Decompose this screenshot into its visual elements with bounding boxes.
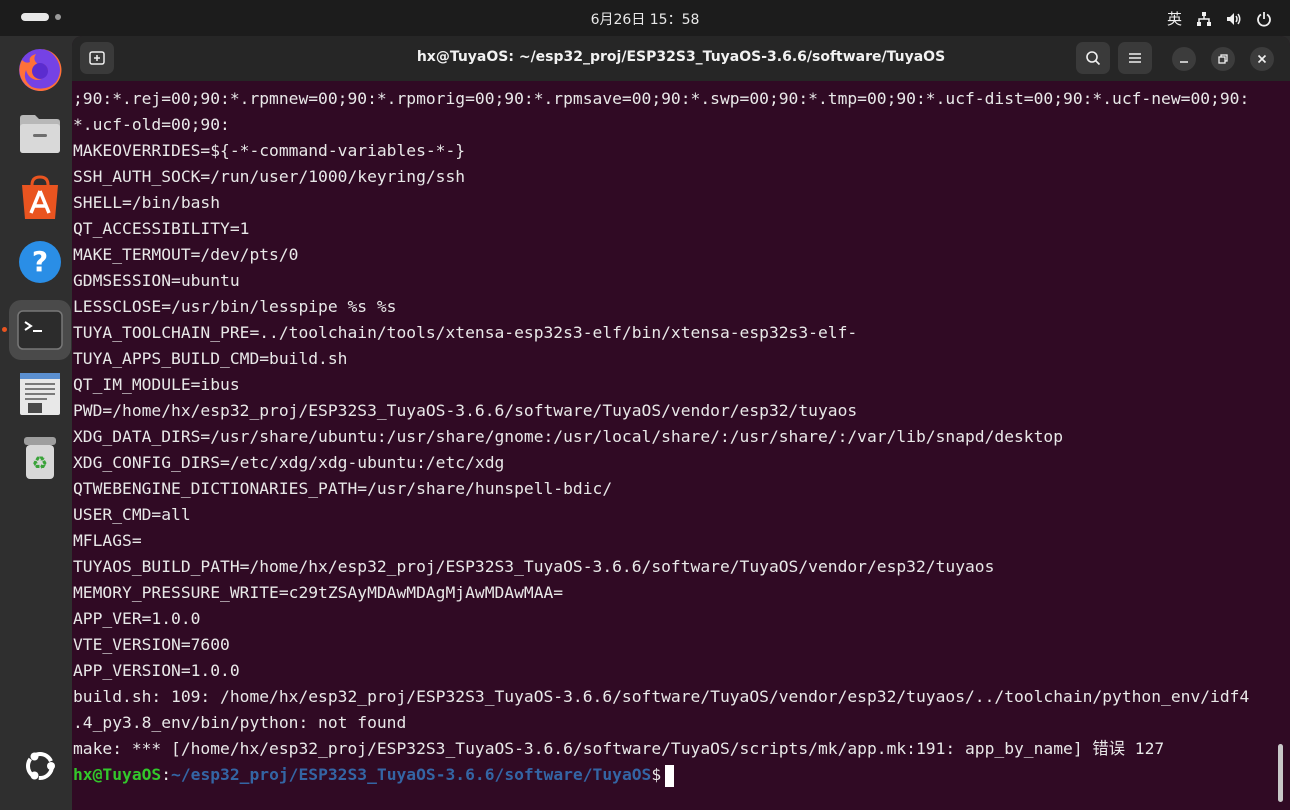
terminal-line: XDG_CONFIG_DIRS=/etc/xdg/xdg-ubuntu:/etc… bbox=[73, 453, 505, 472]
hamburger-menu-icon bbox=[1129, 53, 1141, 63]
app-center-icon bbox=[22, 175, 58, 219]
dock-item-firefox[interactable] bbox=[9, 40, 71, 100]
terminal-scrollbar[interactable] bbox=[1278, 744, 1283, 802]
terminal-line: VTE_VERSION=7600 bbox=[73, 635, 230, 654]
running-indicator bbox=[2, 327, 7, 332]
trash-icon: ♻ bbox=[24, 437, 56, 479]
terminal-line: make: *** [/home/hx/esp32_proj/ESP32S3_T… bbox=[73, 739, 1165, 758]
text-editor-icon bbox=[20, 373, 60, 415]
network-icon[interactable] bbox=[1196, 11, 1212, 27]
text-cursor bbox=[665, 764, 675, 787]
system-tray[interactable]: 英 bbox=[1167, 8, 1272, 29]
dock-item-files[interactable] bbox=[9, 104, 71, 164]
prompt-line: hx@TuyaOS:~/esp32_proj/ESP32S3_TuyaOS-3.… bbox=[73, 762, 1277, 788]
terminal-line: *.ucf-old=00;90: bbox=[73, 115, 230, 134]
top-bar: 6月26日 15：58 英 bbox=[0, 0, 1290, 36]
input-method-indicator[interactable]: 英 bbox=[1167, 8, 1182, 29]
dock-item-trash[interactable]: ♻ bbox=[9, 428, 71, 488]
minimize-icon bbox=[1180, 61, 1188, 63]
search-icon bbox=[1086, 51, 1101, 66]
terminal-line: TUYAOS_BUILD_PATH=/home/hx/esp32_proj/ES… bbox=[73, 557, 995, 576]
prompt-symbol: $ bbox=[651, 765, 662, 784]
search-button[interactable] bbox=[1076, 42, 1110, 74]
terminal-line: ;90:*.rej=00;90:*.rpmnew=00;90:*.rpmorig… bbox=[73, 89, 1250, 108]
terminal-line: APP_VER=1.0.0 bbox=[73, 609, 201, 628]
clock[interactable]: 6月26日 15：58 bbox=[0, 9, 1290, 29]
ubuntu-logo-icon bbox=[26, 752, 55, 780]
files-icon bbox=[20, 115, 60, 153]
menu-button[interactable] bbox=[1118, 42, 1152, 74]
terminal-line: MAKEOVERRIDES=${-*-command-variables-*-} bbox=[73, 141, 466, 160]
terminal-line: MAKE_TERMOUT=/dev/pts/0 bbox=[73, 245, 299, 264]
terminal-line: XDG_DATA_DIRS=/usr/share/ubuntu:/usr/sha… bbox=[73, 427, 1064, 446]
window-headerbar[interactable]: hx@TuyaOS: ~/esp32_proj/ESP32S3_TuyaOS-3… bbox=[72, 36, 1290, 81]
prompt-user: hx@TuyaOS bbox=[73, 765, 162, 784]
dock-item-terminal[interactable] bbox=[9, 300, 71, 360]
firefox-icon bbox=[19, 48, 62, 91]
terminal-lines: ;90:*.rej=00;90:*.rpmnew=00;90:*.rpmorig… bbox=[73, 86, 1277, 762]
terminal-line: USER_CMD=all bbox=[73, 505, 191, 524]
terminal-line: .4_py3.8_env/bin/python: not found bbox=[73, 713, 407, 732]
terminal-line: GDMSESSION=ubuntu bbox=[73, 271, 240, 290]
svg-text:?: ? bbox=[32, 245, 48, 278]
volume-icon[interactable] bbox=[1226, 11, 1242, 27]
dock: ? ♻ bbox=[0, 36, 80, 810]
restore-icon bbox=[1218, 54, 1228, 64]
terminal-line: APP_VERSION=1.0.0 bbox=[73, 661, 240, 680]
svg-text:♻: ♻ bbox=[32, 453, 48, 474]
close-button[interactable] bbox=[1250, 47, 1274, 71]
prompt-path: ~/esp32_proj/ESP32S3_TuyaOS-3.6.6/softwa… bbox=[171, 765, 652, 784]
power-icon[interactable] bbox=[1256, 11, 1272, 27]
terminal-line: SSH_AUTH_SOCK=/run/user/1000/keyring/ssh bbox=[73, 167, 466, 186]
terminal-line: TUYA_TOOLCHAIN_PRE=../toolchain/tools/xt… bbox=[73, 323, 858, 342]
minimize-button[interactable] bbox=[1172, 47, 1196, 71]
prompt-separator: : bbox=[161, 765, 172, 784]
terminal-window: hx@TuyaOS: ~/esp32_proj/ESP32S3_TuyaOS-3… bbox=[72, 36, 1290, 810]
terminal-line: QTWEBENGINE_DICTIONARIES_PATH=/usr/share… bbox=[73, 479, 613, 498]
terminal-output[interactable]: ;90:*.rej=00;90:*.rpmnew=00;90:*.rpmorig… bbox=[73, 86, 1277, 806]
dock-item-app-center[interactable] bbox=[9, 168, 71, 228]
maximize-button[interactable] bbox=[1211, 47, 1235, 71]
dock-item-text-editor[interactable] bbox=[9, 364, 71, 424]
terminal-line: LESSCLOSE=/usr/bin/lesspipe %s %s bbox=[73, 297, 397, 316]
terminal-line: build.sh: 109: /home/hx/esp32_proj/ESP32… bbox=[73, 687, 1250, 706]
terminal-line: MFLAGS= bbox=[73, 531, 142, 550]
terminal-icon bbox=[17, 310, 63, 350]
terminal-line: MEMORY_PRESSURE_WRITE=c29tZSAyMDAwMDAgMj… bbox=[73, 583, 564, 602]
terminal-line: PWD=/home/hx/esp32_proj/ESP32S3_TuyaOS-3… bbox=[73, 401, 858, 420]
terminal-line: QT_ACCESSIBILITY=1 bbox=[73, 219, 250, 238]
close-icon bbox=[1257, 54, 1267, 64]
show-apps-button[interactable] bbox=[9, 736, 71, 796]
dock-item-help[interactable]: ? bbox=[9, 232, 71, 292]
terminal-line: SHELL=/bin/bash bbox=[73, 193, 221, 212]
terminal-line: QT_IM_MODULE=ibus bbox=[73, 375, 240, 394]
terminal-line: TUYA_APPS_BUILD_CMD=build.sh bbox=[73, 349, 348, 368]
help-icon: ? bbox=[19, 241, 61, 283]
